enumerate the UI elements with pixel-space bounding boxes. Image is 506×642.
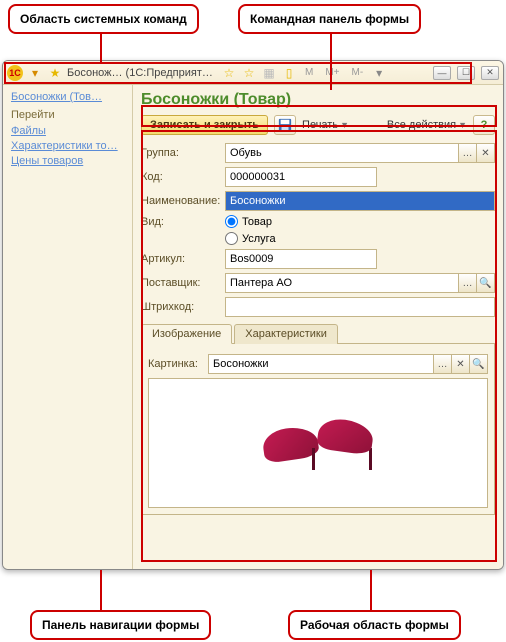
sidebar-title[interactable]: Босоножки (Тов… [11, 91, 124, 103]
image-input[interactable] [208, 354, 434, 374]
kind-radio-tovar[interactable] [225, 215, 238, 228]
star-icon[interactable]: ★ [47, 65, 63, 81]
kind-radio-tovar-label: Товар [242, 216, 272, 228]
supplier-label: Поставщик: [141, 277, 225, 289]
main-area: Босоножки (Товар) Записать и закрыть Печ… [133, 85, 503, 569]
window-title: Босонож… (1С:Предприятие) [67, 67, 217, 79]
group-input[interactable] [225, 143, 459, 163]
page-title: Босоножки (Товар) [141, 91, 495, 109]
tab-image[interactable]: Изображение [141, 324, 232, 344]
m-minus-button[interactable]: M- [348, 67, 368, 78]
titlebar: 1С ▾ ★ Босонож… (1С:Предприятие) ☆ ☆ ▦ ▯… [3, 61, 503, 85]
article-label: Артикул: [141, 253, 225, 265]
close-button[interactable]: ✕ [481, 66, 499, 80]
save-icon-button[interactable] [274, 115, 296, 135]
tool-icon-1[interactable]: ▦ [261, 65, 277, 81]
callout-nav-panel: Панель навигации формы [30, 610, 211, 640]
image-search-button[interactable]: 🔍 [470, 354, 488, 374]
tabs: Изображение Характеристики [141, 323, 495, 344]
menu-dropdown-icon[interactable]: ▾ [371, 65, 387, 81]
form-fields: Группа: … ✕ Код: Наименование: [141, 143, 495, 515]
m-plus-button[interactable]: M+ [321, 67, 343, 78]
code-label: Код: [141, 171, 225, 183]
kind-radio-usluga[interactable] [225, 232, 238, 245]
command-bar: Записать и закрыть Печать▼ Все действия▼… [141, 115, 495, 135]
image-ellipsis-button[interactable]: … [434, 354, 452, 374]
print-button[interactable]: Печать▼ [302, 119, 349, 131]
dropdown-icon[interactable]: ▾ [27, 65, 43, 81]
app-window: 1С ▾ ★ Босонож… (1С:Предприятие) ☆ ☆ ▦ ▯… [2, 60, 504, 570]
kind-label: Вид: [141, 216, 225, 228]
name-label: Наименование: [141, 195, 225, 207]
sidebar-link-prices[interactable]: Цены товаров [11, 155, 124, 167]
tab-body: Картинка: … ✕ 🔍 [141, 344, 495, 515]
group-label: Группа: [141, 147, 225, 159]
tab-characteristics[interactable]: Характеристики [234, 324, 338, 344]
sidebar-link-characteristics[interactable]: Характеристики то… [11, 140, 124, 152]
fav-icon[interactable]: ☆ [221, 65, 237, 81]
barcode-input[interactable] [225, 297, 495, 317]
sidebar: Босоножки (Тов… Перейти Файлы Характерис… [3, 85, 133, 569]
supplier-search-button[interactable]: 🔍 [477, 273, 495, 293]
image-preview [148, 378, 488, 508]
image-clear-button[interactable]: ✕ [452, 354, 470, 374]
image-label: Картинка: [148, 358, 208, 370]
app-icon: 1С [7, 65, 23, 81]
help-icon-button[interactable]: ? [473, 115, 495, 135]
name-input[interactable]: Босоножки [225, 191, 495, 211]
supplier-input[interactable] [225, 273, 459, 293]
callout-form-cmdbar: Командная панель формы [238, 4, 421, 34]
m-button[interactable]: M [301, 67, 317, 78]
supplier-ellipsis-button[interactable]: … [459, 273, 477, 293]
kind-radio-usluga-label: Услуга [242, 233, 276, 245]
all-actions-button[interactable]: Все действия▼ [387, 119, 467, 131]
callout-work-area: Рабочая область формы [288, 610, 461, 640]
save-and-close-button[interactable]: Записать и закрыть [141, 115, 268, 135]
product-image [258, 408, 378, 478]
tool-icon-2[interactable]: ▯ [281, 65, 297, 81]
group-clear-button[interactable]: ✕ [477, 143, 495, 163]
barcode-label: Штрихкод: [141, 301, 225, 313]
group-ellipsis-button[interactable]: … [459, 143, 477, 163]
sidebar-goto-heading: Перейти [11, 109, 124, 121]
callout-system-cmd: Область системных команд [8, 4, 199, 34]
maximize-button[interactable]: ☐ [457, 66, 475, 80]
code-input[interactable] [225, 167, 377, 187]
minimize-button[interactable]: — [433, 66, 451, 80]
sidebar-link-files[interactable]: Файлы [11, 125, 124, 137]
article-input[interactable] [225, 249, 377, 269]
bookmark-icon[interactable]: ☆ [241, 65, 257, 81]
